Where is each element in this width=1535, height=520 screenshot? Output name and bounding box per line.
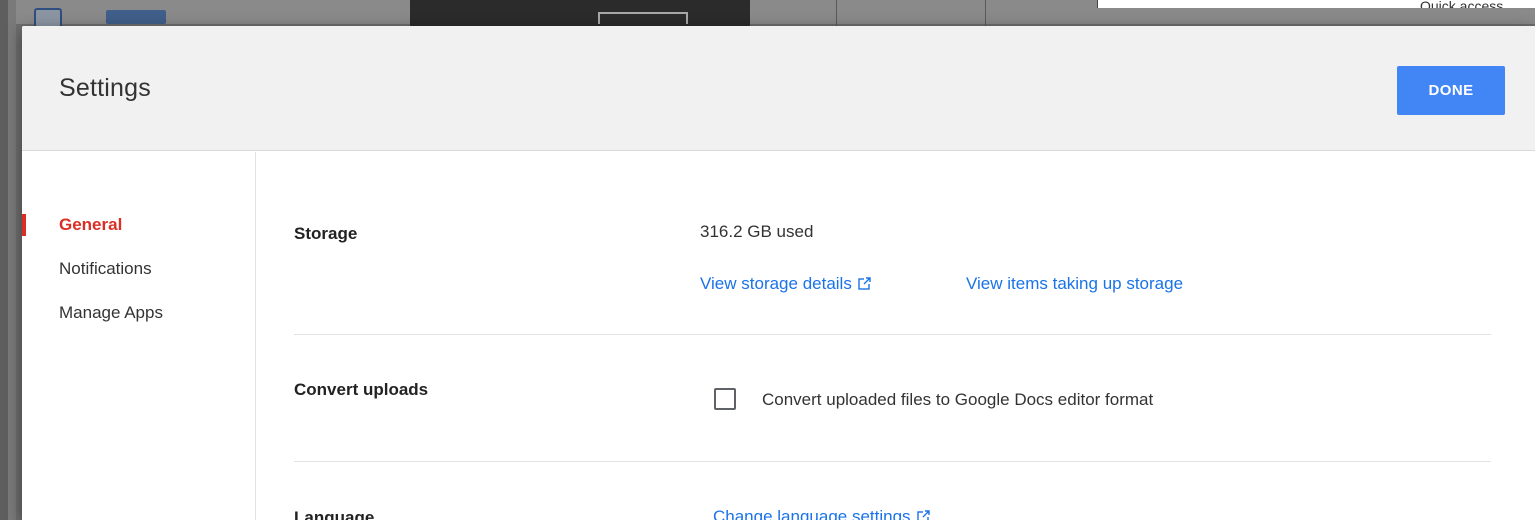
background-thumbnail-detail: [598, 12, 688, 24]
background-divider: [985, 0, 986, 26]
nav-item-notifications[interactable]: Notifications: [22, 254, 256, 284]
active-indicator: [22, 214, 26, 236]
my-drive-label-blurred: [106, 10, 166, 24]
nav-item-label: Manage Apps: [59, 303, 163, 322]
settings-dialog: Settings DONE General Notifications Mana…: [22, 26, 1535, 520]
background-divider: [836, 0, 837, 26]
section-divider: [294, 334, 1491, 335]
settings-nav: General Notifications Manage Apps: [22, 152, 256, 520]
settings-content: Storage 316.2 GB used View storage detai…: [294, 152, 1494, 520]
language-label: Language: [294, 508, 375, 520]
section-divider: [294, 461, 1491, 462]
background-thumbnail: [410, 0, 750, 26]
view-storage-details-link[interactable]: View storage details: [700, 274, 871, 295]
screen: Quick access Settings DONE General Notif…: [0, 0, 1535, 520]
done-button[interactable]: DONE: [1397, 66, 1505, 115]
background-left-edge: [0, 0, 8, 520]
open-in-new-icon: [858, 275, 871, 295]
nav-item-manage-apps[interactable]: Manage Apps: [22, 298, 256, 328]
convert-uploads-label: Convert uploads: [294, 380, 429, 399]
drive-icon: [34, 8, 62, 28]
convert-uploads-checkbox[interactable]: [714, 388, 736, 410]
nav-item-label: General: [59, 215, 123, 234]
dialog-title: Settings: [59, 74, 151, 102]
link-label: Change language settings: [713, 507, 911, 520]
quick-access-label: Quick access: [1420, 0, 1504, 8]
dialog-header: Settings DONE: [22, 26, 1535, 151]
storage-used: 316.2 GB used: [700, 222, 814, 241]
change-language-settings-link[interactable]: Change language settings: [713, 507, 930, 520]
view-items-taking-up-storage-link[interactable]: View items taking up storage: [966, 274, 1183, 294]
link-label: View storage details: [700, 274, 852, 293]
open-in-new-icon: [916, 508, 930, 520]
convert-uploads-description: Convert uploaded files to Google Docs ed…: [762, 390, 1154, 409]
nav-item-general[interactable]: General: [22, 210, 256, 240]
storage-label: Storage: [294, 224, 358, 243]
dialog-body: General Notifications Manage Apps Storag…: [22, 152, 1535, 520]
nav-item-label: Notifications: [59, 259, 152, 278]
